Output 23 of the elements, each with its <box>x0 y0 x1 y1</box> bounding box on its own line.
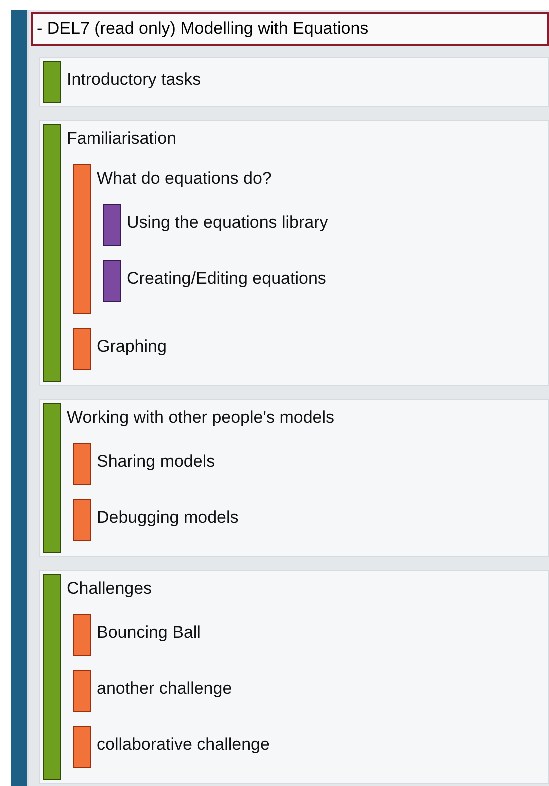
outline-item[interactable]: Bouncing Ball <box>97 614 201 648</box>
panel-title: - DEL7 (read only) Modelling with Equations <box>37 18 369 40</box>
section-bar <box>73 726 91 768</box>
section-bar <box>73 499 91 541</box>
outline-item[interactable]: Creating/Editing equations <box>127 260 326 294</box>
outline-item[interactable]: Introductory tasks <box>67 61 202 95</box>
outline-item[interactable]: Working with other people's models <box>67 403 335 433</box>
outline-item[interactable]: Challenges <box>67 574 152 604</box>
section-bar <box>73 670 91 712</box>
section-bar <box>73 614 91 656</box>
outline-item[interactable]: What do equations do? <box>97 164 272 194</box>
outline-item[interactable]: Familiarisation <box>67 124 177 154</box>
group-bar <box>43 61 61 103</box>
outline-item[interactable]: Sharing models <box>97 443 216 477</box>
section-bar <box>73 443 91 485</box>
outline-item[interactable]: Graphing <box>97 328 167 362</box>
topic-bar <box>103 260 121 302</box>
section-bar <box>73 328 91 370</box>
topic-bar <box>103 204 121 246</box>
outline-item[interactable]: collaborative challenge <box>97 726 270 760</box>
outline-item[interactable]: another challenge <box>97 670 232 704</box>
outline-item[interactable]: Using the equations library <box>127 204 328 238</box>
outline-item[interactable]: Debugging models <box>97 499 239 533</box>
